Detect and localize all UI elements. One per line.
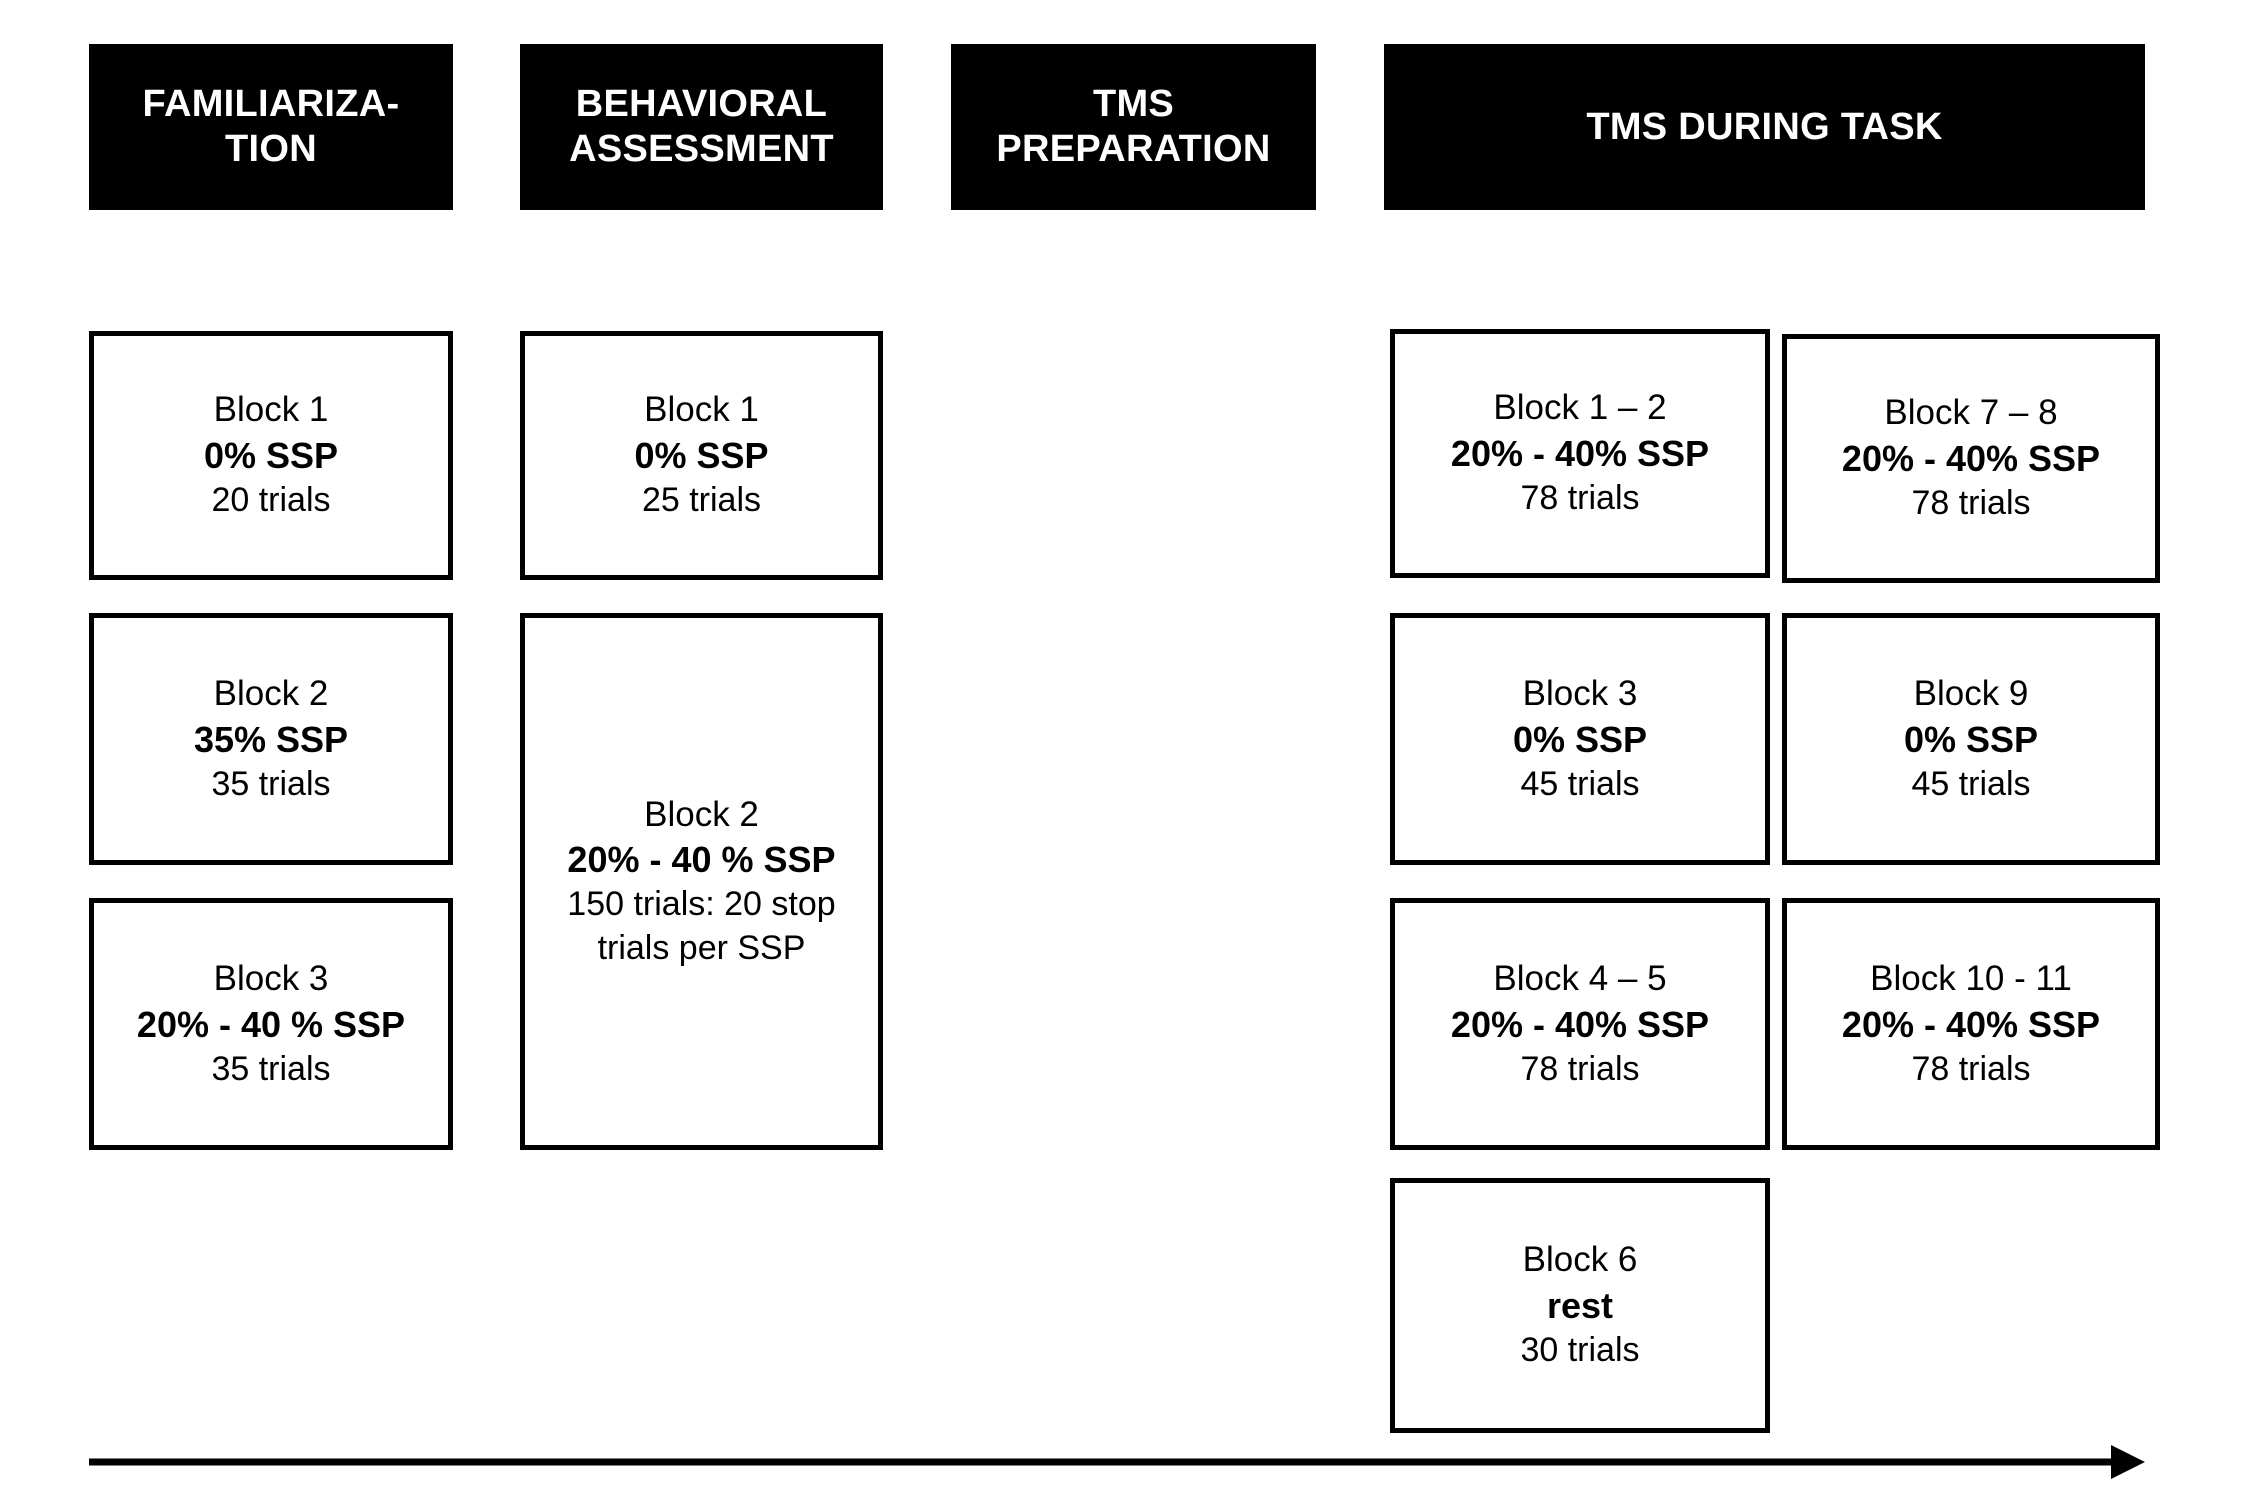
block-name: Block 2 xyxy=(213,673,329,713)
block-box: Block 6 rest 30 trials xyxy=(1390,1178,1770,1433)
block-box: Block 2 35% SSP 35 trials xyxy=(89,613,453,865)
block-condition: 20% - 40% SSP xyxy=(1841,438,2101,480)
phase-header-familiarization: FAMILIARIZA- TION xyxy=(89,44,453,210)
block-name: Block 9 xyxy=(1913,673,2029,713)
block-trials: 45 trials xyxy=(1911,764,2031,803)
phase-header-label: TMS PREPARATION xyxy=(996,83,1271,170)
block-box: Block 9 0% SSP 45 trials xyxy=(1782,613,2160,865)
block-condition: 0% SSP xyxy=(1512,718,1648,760)
block-box: Block 4 – 5 20% - 40% SSP 78 trials xyxy=(1390,898,1770,1150)
block-box: Block 2 20% - 40 % SSP 150 trials: 20 st… xyxy=(520,613,883,1150)
block-trials: 78 trials xyxy=(1911,484,2031,523)
block-condition: 0% SSP xyxy=(203,435,339,477)
block-trials: 150 trials: 20 stop trials per SSP xyxy=(567,885,836,967)
phase-header-behavioral-assessment: BEHAVIORAL ASSESSMENT xyxy=(520,44,883,210)
block-trials: 45 trials xyxy=(1520,764,1640,803)
block-box: Block 1 0% SSP 25 trials xyxy=(520,331,883,580)
block-trials: 78 trials xyxy=(1520,479,1640,518)
phase-header-label: FAMILIARIZA- TION xyxy=(142,83,400,170)
block-condition: 35% SSP xyxy=(193,718,349,760)
block-condition: 0% SSP xyxy=(634,435,769,477)
block-trials: 78 trials xyxy=(1520,1049,1640,1088)
block-condition: 20% - 40% SSP xyxy=(1450,433,1710,475)
block-name: Block 1 xyxy=(213,390,329,430)
block-name: Block 1 xyxy=(644,390,759,430)
block-trials: 35 trials xyxy=(211,1049,331,1088)
block-condition: rest xyxy=(1546,1285,1614,1327)
phase-header-label: BEHAVIORAL ASSESSMENT xyxy=(569,83,834,170)
time-arrow-icon xyxy=(89,1445,2145,1479)
block-box: Block 1 – 2 20% - 40% SSP 78 trials xyxy=(1390,329,1770,578)
block-condition: 20% - 40 % SSP xyxy=(567,839,836,881)
block-condition: 20% - 40% SSP xyxy=(1450,1003,1710,1045)
block-name: Block 4 – 5 xyxy=(1493,958,1667,998)
block-name: Block 3 xyxy=(1522,673,1638,713)
block-trials: 35 trials xyxy=(211,764,331,803)
block-box: Block 3 20% - 40 % SSP 35 trials xyxy=(89,898,453,1150)
block-name: Block 6 xyxy=(1522,1240,1638,1280)
block-name: Block 3 xyxy=(213,958,329,998)
block-trials: 30 trials xyxy=(1520,1331,1640,1370)
block-box: Block 1 0% SSP 20 trials xyxy=(89,331,453,580)
block-name: Block 2 xyxy=(644,794,759,834)
experimental-design-diagram: FAMILIARIZA- TION BEHAVIORAL ASSESSMENT … xyxy=(0,0,2244,1498)
phase-header-tms-preparation: TMS PREPARATION xyxy=(951,44,1316,210)
block-trials: 25 trials xyxy=(641,481,762,520)
block-box: Block 3 0% SSP 45 trials xyxy=(1390,613,1770,865)
block-box: Block 10 - 11 20% - 40% SSP 78 trials xyxy=(1782,898,2160,1150)
block-condition: 0% SSP xyxy=(1903,718,2039,760)
block-trials: 20 trials xyxy=(211,481,331,520)
block-trials: 78 trials xyxy=(1911,1049,2031,1088)
block-condition: 20% - 40 % SSP xyxy=(136,1003,406,1045)
block-name: Block 1 – 2 xyxy=(1493,388,1667,428)
block-name: Block 10 - 11 xyxy=(1870,958,2072,998)
block-box: Block 7 – 8 20% - 40% SSP 78 trials xyxy=(1782,334,2160,583)
block-name: Block 7 – 8 xyxy=(1884,393,2058,433)
block-condition: 20% - 40% SSP xyxy=(1841,1003,2101,1045)
phase-header-label: TMS DURING TASK xyxy=(1586,105,1943,148)
phase-header-tms-during-task: TMS DURING TASK xyxy=(1384,44,2145,210)
